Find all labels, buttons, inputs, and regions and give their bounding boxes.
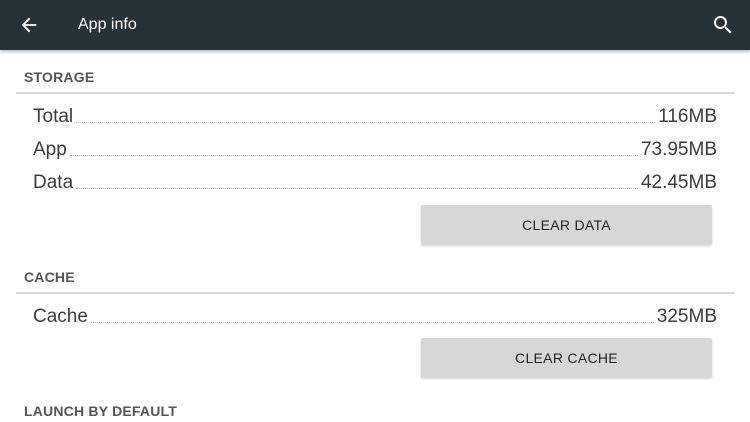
clear-cache-button[interactable]: CLEAR CACHE (421, 338, 712, 378)
dotted-leader (69, 155, 638, 156)
row-label: Total (33, 106, 74, 127)
storage-row-app: App 73.95MB (33, 135, 717, 161)
row-label: Cache (33, 306, 88, 327)
clear-data-button[interactable]: CLEAR DATA (421, 205, 712, 245)
row-value: 73.95MB (640, 139, 717, 160)
row-value: 116MB (658, 106, 717, 127)
row-value: 42.45MB (640, 172, 717, 193)
app-info-screen: App info STORAGE Total 116MB App 73.95MB… (0, 0, 750, 422)
row-value: 325MB (656, 306, 717, 327)
row-label: App (33, 139, 67, 160)
page-title: App info (78, 16, 137, 33)
back-button[interactable] (14, 10, 44, 40)
storage-divider (16, 92, 735, 94)
storage-row-data: Data 42.45MB (33, 168, 717, 194)
arrow-left-icon (21, 17, 37, 33)
dotted-leader (76, 122, 656, 123)
cache-section-header: CACHE (24, 269, 75, 285)
search-icon (714, 16, 732, 34)
dotted-leader (76, 188, 638, 189)
launch-by-default-section-header: LAUNCH BY DEFAULT (24, 403, 177, 419)
cache-row-cache: Cache 325MB (33, 302, 717, 328)
toolbar: App info (0, 0, 750, 50)
dotted-leader (90, 322, 654, 323)
storage-section-header: STORAGE (24, 69, 95, 85)
row-label: Data (33, 172, 74, 193)
cache-divider (16, 292, 735, 294)
storage-row-total: Total 116MB (33, 102, 717, 128)
search-button[interactable] (708, 10, 738, 40)
